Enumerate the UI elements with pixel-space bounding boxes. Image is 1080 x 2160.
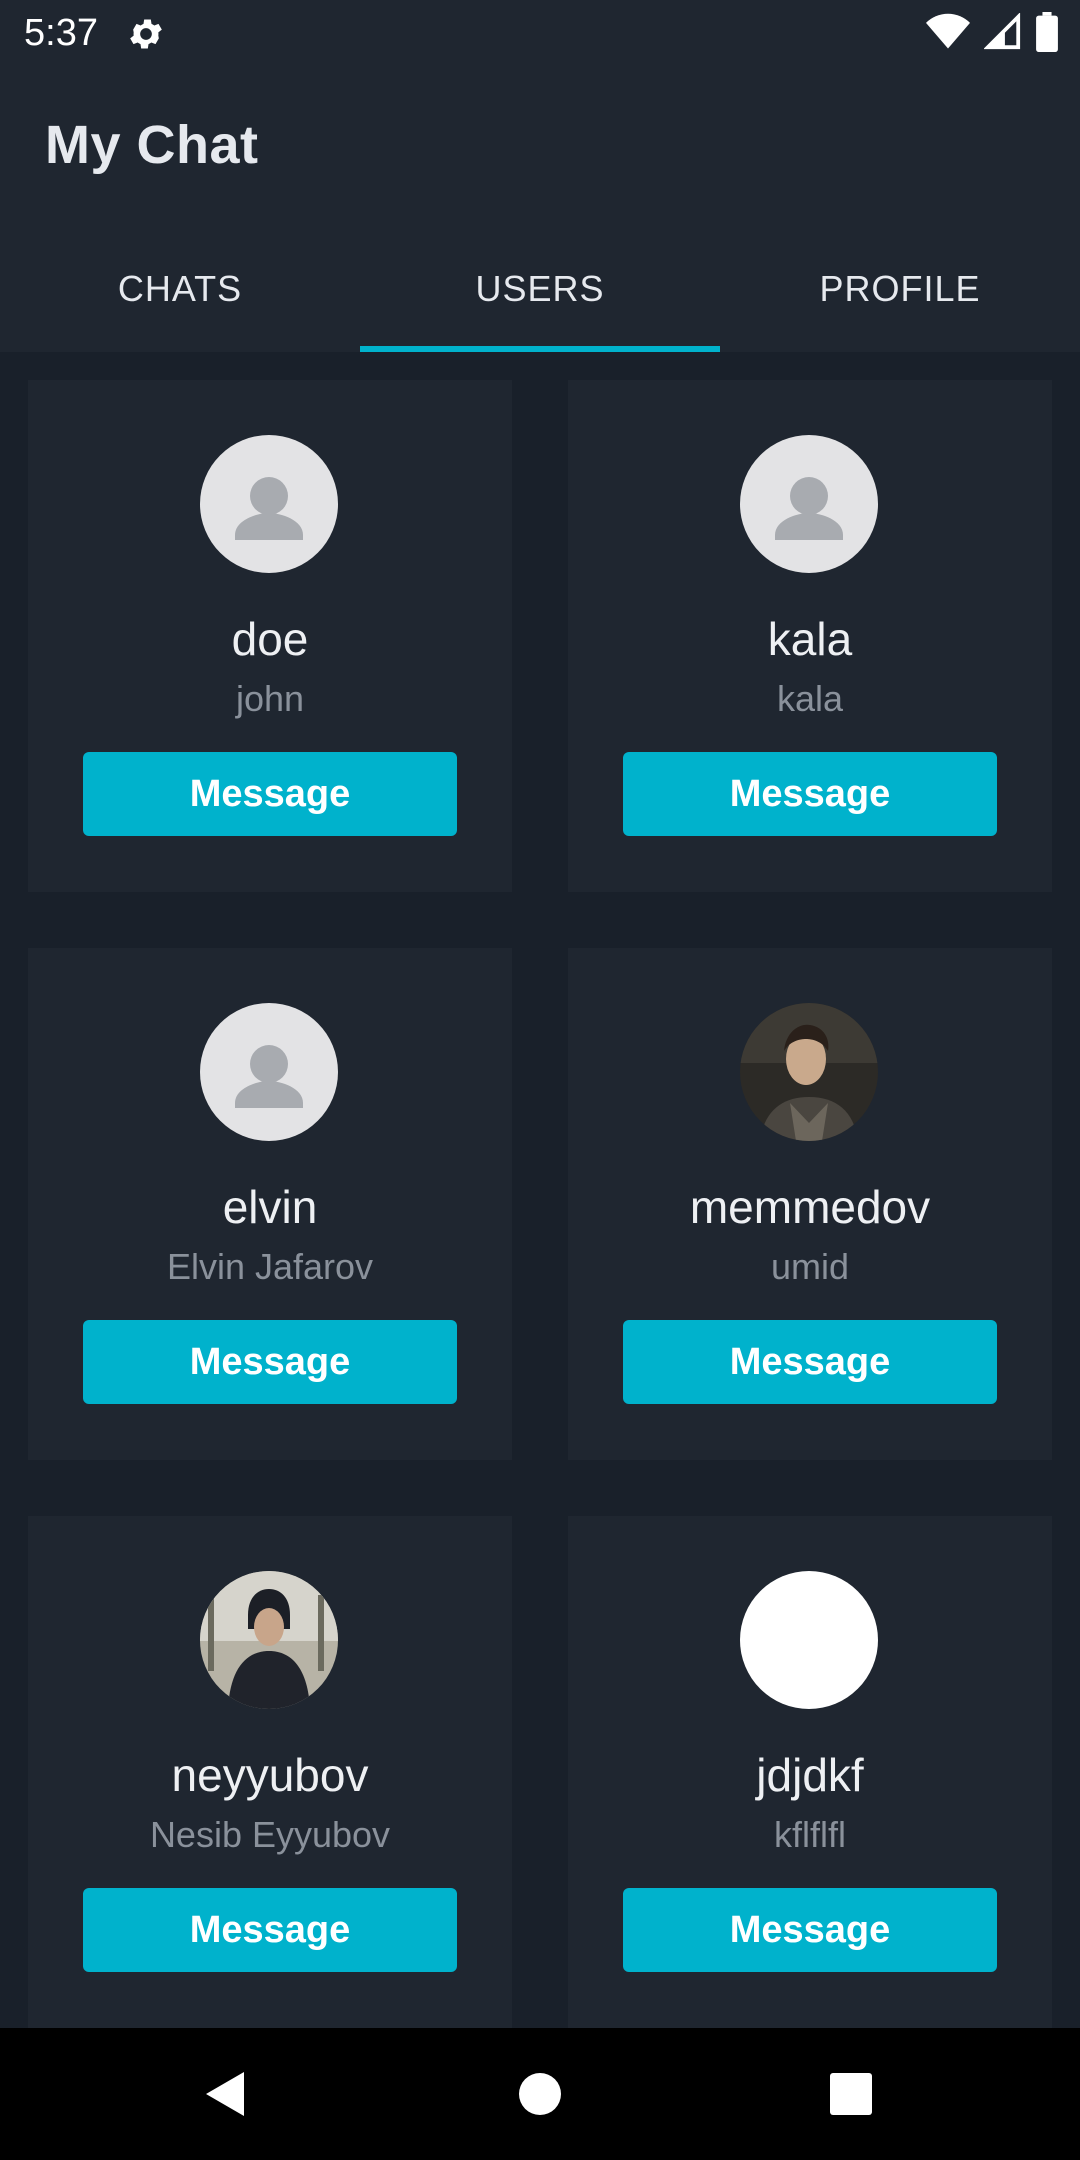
signal-icon xyxy=(983,11,1022,56)
navigation-bar xyxy=(0,2028,1080,2160)
user-name: neyyubov xyxy=(171,1749,369,1801)
back-icon[interactable] xyxy=(196,2064,256,2124)
user-card: neyyubov Nesib Eyyubov Message xyxy=(28,1516,512,2028)
user-subtitle: kala xyxy=(776,678,844,719)
message-button[interactable]: Message xyxy=(83,1888,457,1972)
default-person-icon xyxy=(775,477,843,540)
user-subtitle: kflflfl xyxy=(774,1814,846,1855)
user-card: memmedov umid Message xyxy=(568,948,1052,1460)
recents-icon[interactable] xyxy=(821,2064,881,2124)
app-bar: My Chat CHATS USERS PROFILE xyxy=(0,66,1080,352)
status-bar: 5:37 xyxy=(0,0,1080,66)
message-button[interactable]: Message xyxy=(623,1888,997,1972)
user-card: jdjdkf kflflfl Message xyxy=(568,1516,1052,2028)
avatar xyxy=(200,435,338,573)
app-title: My Chat xyxy=(45,115,259,175)
tab-users[interactable]: USERS xyxy=(360,226,720,352)
user-name: jdjdkf xyxy=(756,1749,864,1801)
user-name: doe xyxy=(231,613,309,665)
avatar-photo xyxy=(740,1003,878,1141)
user-subtitle: Elvin Jafarov xyxy=(166,1246,374,1287)
default-person-icon xyxy=(235,1045,303,1108)
tab-bar: CHATS USERS PROFILE xyxy=(0,226,1080,352)
avatar-blank xyxy=(740,1571,878,1709)
gear-icon xyxy=(126,14,166,54)
user-subtitle: Nesib Eyyubov xyxy=(149,1814,391,1855)
message-button[interactable]: Message xyxy=(83,752,457,836)
message-button[interactable]: Message xyxy=(83,1320,457,1404)
user-card: elvin Elvin Jafarov Message xyxy=(28,948,512,1460)
users-grid: doe john Message kala kala Message elvin… xyxy=(0,352,1080,2028)
tab-chats[interactable]: CHATS xyxy=(0,226,360,352)
avatar xyxy=(200,1003,338,1141)
tab-profile[interactable]: PROFILE xyxy=(720,226,1080,352)
message-button[interactable]: Message xyxy=(623,752,997,836)
default-person-icon xyxy=(235,477,303,540)
status-time: 5:37 xyxy=(24,12,98,54)
user-card: doe john Message xyxy=(28,380,512,892)
home-icon[interactable] xyxy=(510,2064,570,2124)
wifi-icon xyxy=(926,13,970,56)
user-name: kala xyxy=(767,613,853,665)
avatar xyxy=(740,435,878,573)
user-name: elvin xyxy=(222,1181,318,1233)
user-subtitle: umid xyxy=(770,1246,850,1287)
user-card: kala kala Message xyxy=(568,380,1052,892)
message-button[interactable]: Message xyxy=(623,1320,997,1404)
battery-icon xyxy=(1036,11,1058,57)
user-name: memmedov xyxy=(689,1181,931,1233)
user-subtitle: john xyxy=(235,678,305,719)
avatar-photo xyxy=(200,1571,338,1709)
